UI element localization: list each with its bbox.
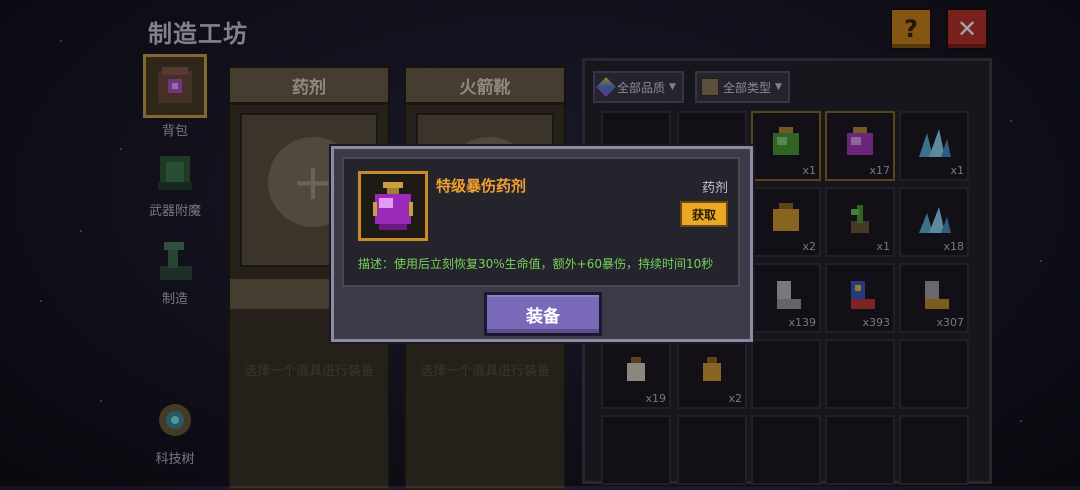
get-button[interactable]: 获取 <box>680 201 728 227</box>
item-description: 描述：使用后立刻恢复30%生命值，额外+60暴伤，持续时间10秒 <box>358 257 714 271</box>
equip-button[interactable]: 装备 <box>484 292 602 336</box>
item-type: 药剂 <box>701 181 728 196</box>
item-icon-frame <box>358 171 428 241</box>
purple-potion-icon <box>373 182 413 230</box>
item-name: 特级暴伤药剂 <box>436 177 527 195</box>
item-detail-panel: 特级暴伤药剂 药剂 获取 描述：使用后立刻恢复30%生命值，额外+60暴伤，持续… <box>342 157 740 287</box>
item-detail-modal: 特级暴伤药剂 药剂 获取 描述：使用后立刻恢复30%生命值，额外+60暴伤，持续… <box>331 146 753 342</box>
